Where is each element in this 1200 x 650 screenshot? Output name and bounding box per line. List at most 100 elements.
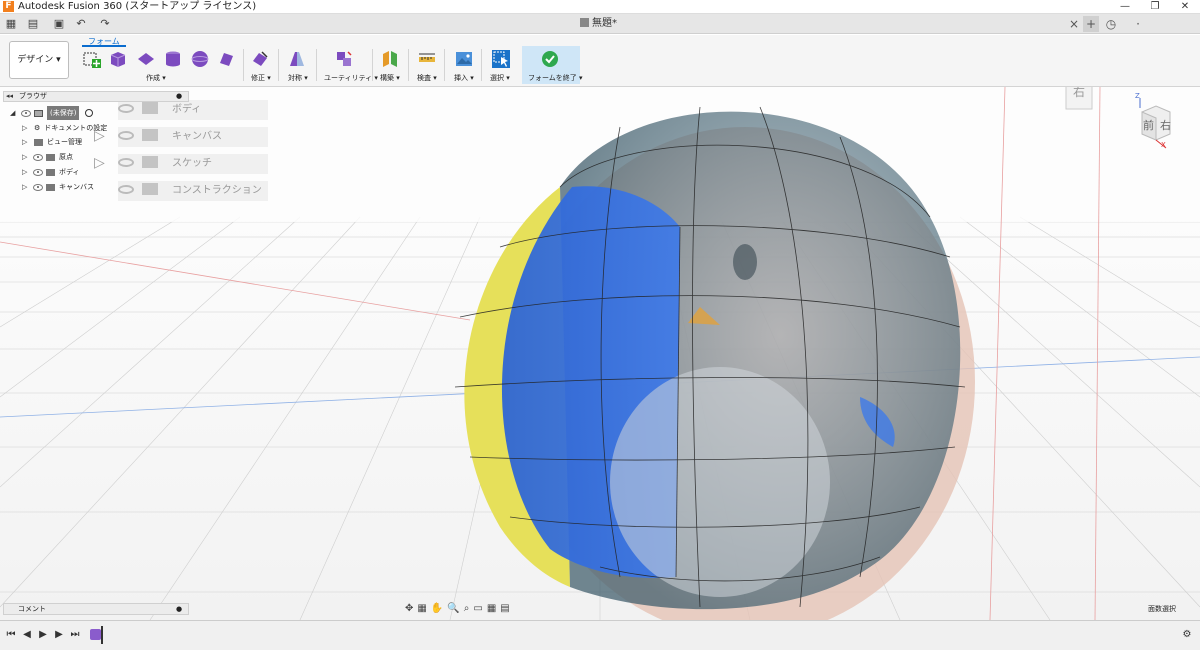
visibility-eye-icon[interactable] (21, 109, 31, 117)
fusion-logo-icon: F (3, 1, 14, 12)
expand-arrow-icon[interactable]: ▷ (22, 150, 30, 164)
view-cube-front-label[interactable]: 前 (1143, 117, 1154, 133)
select-group-label[interactable]: 選択 ▾ (490, 74, 510, 83)
go-to-start-icon[interactable]: ⏮ (5, 629, 17, 641)
timeline-settings-icon[interactable]: ⚙ (1181, 629, 1193, 641)
browser-item-bodies[interactable]: ▷ ボディ (10, 165, 180, 179)
browser-item-origin[interactable]: ▷ 原点 (10, 150, 180, 164)
box-primitive-icon[interactable] (108, 49, 128, 69)
navigation-toolbar: ✥ ▦ ✋ 🔍 ⌕ ▭ ▦ ▤ (405, 602, 560, 616)
comments-label: コメント (18, 605, 46, 613)
expand-arrow-icon[interactable]: ▷ (22, 135, 30, 149)
document-icon (34, 109, 43, 117)
insert-image-icon[interactable] (454, 49, 474, 69)
construct-group-label[interactable]: 構築 ▾ (380, 74, 400, 83)
file-menu-icon[interactable]: ▤ (26, 17, 40, 31)
comments-panel-header[interactable]: コメント ● (3, 603, 189, 615)
utilities-icon[interactable] (334, 49, 354, 69)
restore-button[interactable]: ❐ (1140, 0, 1170, 14)
view-cube-x-label: X (1161, 141, 1166, 149)
modify-group-label[interactable]: 修正 ▾ (251, 74, 271, 83)
folder-icon (46, 183, 55, 191)
tab-form[interactable]: フォーム (82, 37, 126, 47)
display-settings-icon[interactable]: ▭ (473, 603, 482, 614)
ribbon-separator (408, 49, 409, 81)
orbit-icon[interactable]: ✥ (405, 603, 413, 614)
zoom-icon[interactable]: 🔍 (447, 603, 459, 614)
selection-mode-status: 面数選択 (1148, 605, 1176, 613)
job-status-icon[interactable]: ◷ (1103, 16, 1119, 32)
utilities-group-label[interactable]: ユーティリティ ▾ (324, 74, 378, 83)
construct-plane-icon[interactable] (380, 49, 400, 69)
visibility-eye-icon[interactable] (33, 168, 43, 176)
visibility-eye-icon[interactable] (33, 183, 43, 191)
quick-access-bar: ▦ ▤ ▣ ↶ ↷ 無題* × + ◷ · (0, 14, 1200, 34)
workspace-switcher-button[interactable]: デザイン ▾ (9, 41, 69, 79)
browser-root[interactable]: ◢ (未保存) (10, 106, 180, 120)
timeline-marker[interactable] (101, 626, 103, 644)
title-bar: F Autodesk Fusion 360 (スタートアップ ライセンス) — … (0, 0, 1200, 14)
browser-item-canvases[interactable]: ▷ キャンバス (10, 180, 180, 194)
browser-item-document-settings[interactable]: ▷ ⚙ ドキュメントの設定 (10, 121, 180, 135)
measure-icon[interactable] (417, 49, 437, 69)
plane-primitive-icon[interactable] (136, 49, 156, 69)
timeline: ⏮ ◀ ▶ ▶ ⏭ ⚙ (0, 620, 1200, 650)
step-back-icon[interactable]: ◀ (21, 629, 33, 641)
activate-radio-icon[interactable] (85, 109, 94, 117)
document-cube-icon (580, 18, 589, 27)
ribbon-separator (278, 49, 279, 81)
expand-arrow-icon[interactable]: ▷ (22, 121, 30, 135)
finish-form-label[interactable]: フォームを終了 ▾ (528, 74, 583, 83)
view-cube-z-label: Z (1135, 92, 1140, 100)
undo-icon[interactable]: ↶ (74, 17, 88, 31)
redo-icon[interactable]: ↷ (98, 17, 112, 31)
minimize-button[interactable]: — (1110, 0, 1140, 14)
folder-icon (46, 153, 55, 161)
insert-group-label[interactable]: 挿入 ▾ (454, 74, 474, 83)
symmetry-group-label[interactable]: 対称 ▾ (288, 74, 308, 83)
browser-item-named-views[interactable]: ▷ ビュー管理 (10, 135, 180, 149)
comments-add-icon[interactable]: ● (176, 604, 182, 614)
expand-arrow-icon[interactable]: ▷ (22, 165, 30, 179)
sphere-primitive-icon[interactable] (190, 49, 210, 69)
face-primitive-icon[interactable] (216, 49, 236, 69)
select-icon[interactable] (491, 49, 511, 69)
browser-root-label: (未保存) (47, 106, 80, 120)
pan-icon[interactable]: ✋ (431, 603, 443, 614)
finish-form-check-icon[interactable] (540, 49, 560, 69)
browser-title: ブラウザ (19, 92, 47, 100)
app-grid-icon[interactable]: ▦ (4, 17, 18, 31)
close-window-button[interactable]: ✕ (1170, 0, 1200, 14)
ribbon-separator (316, 49, 317, 81)
fit-icon[interactable]: ⌕ (464, 603, 470, 614)
expand-arrow-icon[interactable]: ▷ (22, 180, 30, 194)
symmetry-icon[interactable] (287, 49, 307, 69)
browser-pin-icon[interactable]: ● (176, 92, 182, 101)
collapse-browser-icon[interactable]: ◂◂ (6, 92, 13, 101)
document-tab[interactable]: 無題* (580, 16, 617, 32)
play-icon[interactable]: ▶ (37, 629, 49, 641)
view-cube[interactable] (1130, 92, 1184, 152)
visibility-eye-icon[interactable] (33, 153, 43, 161)
browser-panel-header: ◂◂ ブラウザ ● (3, 91, 189, 102)
ribbon-separator (481, 49, 482, 81)
grid-settings-icon[interactable]: ▦ (487, 603, 496, 614)
viewports-icon[interactable]: ▤ (500, 603, 509, 614)
view-cube-right-label[interactable]: 右 (1160, 117, 1171, 133)
look-at-icon[interactable]: ▦ (417, 603, 426, 614)
close-tab-icon[interactable]: × (1066, 16, 1082, 32)
cylinder-primitive-icon[interactable] (163, 49, 183, 69)
window-title: Autodesk Fusion 360 (スタートアップ ライセンス) (18, 1, 257, 12)
inspect-group-label[interactable]: 検査 ▾ (417, 74, 437, 83)
save-icon[interactable]: ▣ (52, 17, 66, 31)
ribbon-separator (444, 49, 445, 81)
new-tab-icon[interactable]: + (1083, 16, 1099, 32)
form-feature-icon[interactable] (90, 629, 101, 640)
expand-arrow-icon[interactable]: ◢ (10, 106, 18, 120)
box-create-icon[interactable] (82, 49, 102, 69)
notifications-icon[interactable]: · (1130, 16, 1146, 32)
go-to-end-icon[interactable]: ⏭ (69, 629, 81, 641)
step-forward-icon[interactable]: ▶ (53, 629, 65, 641)
create-group-label[interactable]: 作成 ▾ (146, 74, 166, 83)
edit-form-icon[interactable] (250, 49, 270, 69)
